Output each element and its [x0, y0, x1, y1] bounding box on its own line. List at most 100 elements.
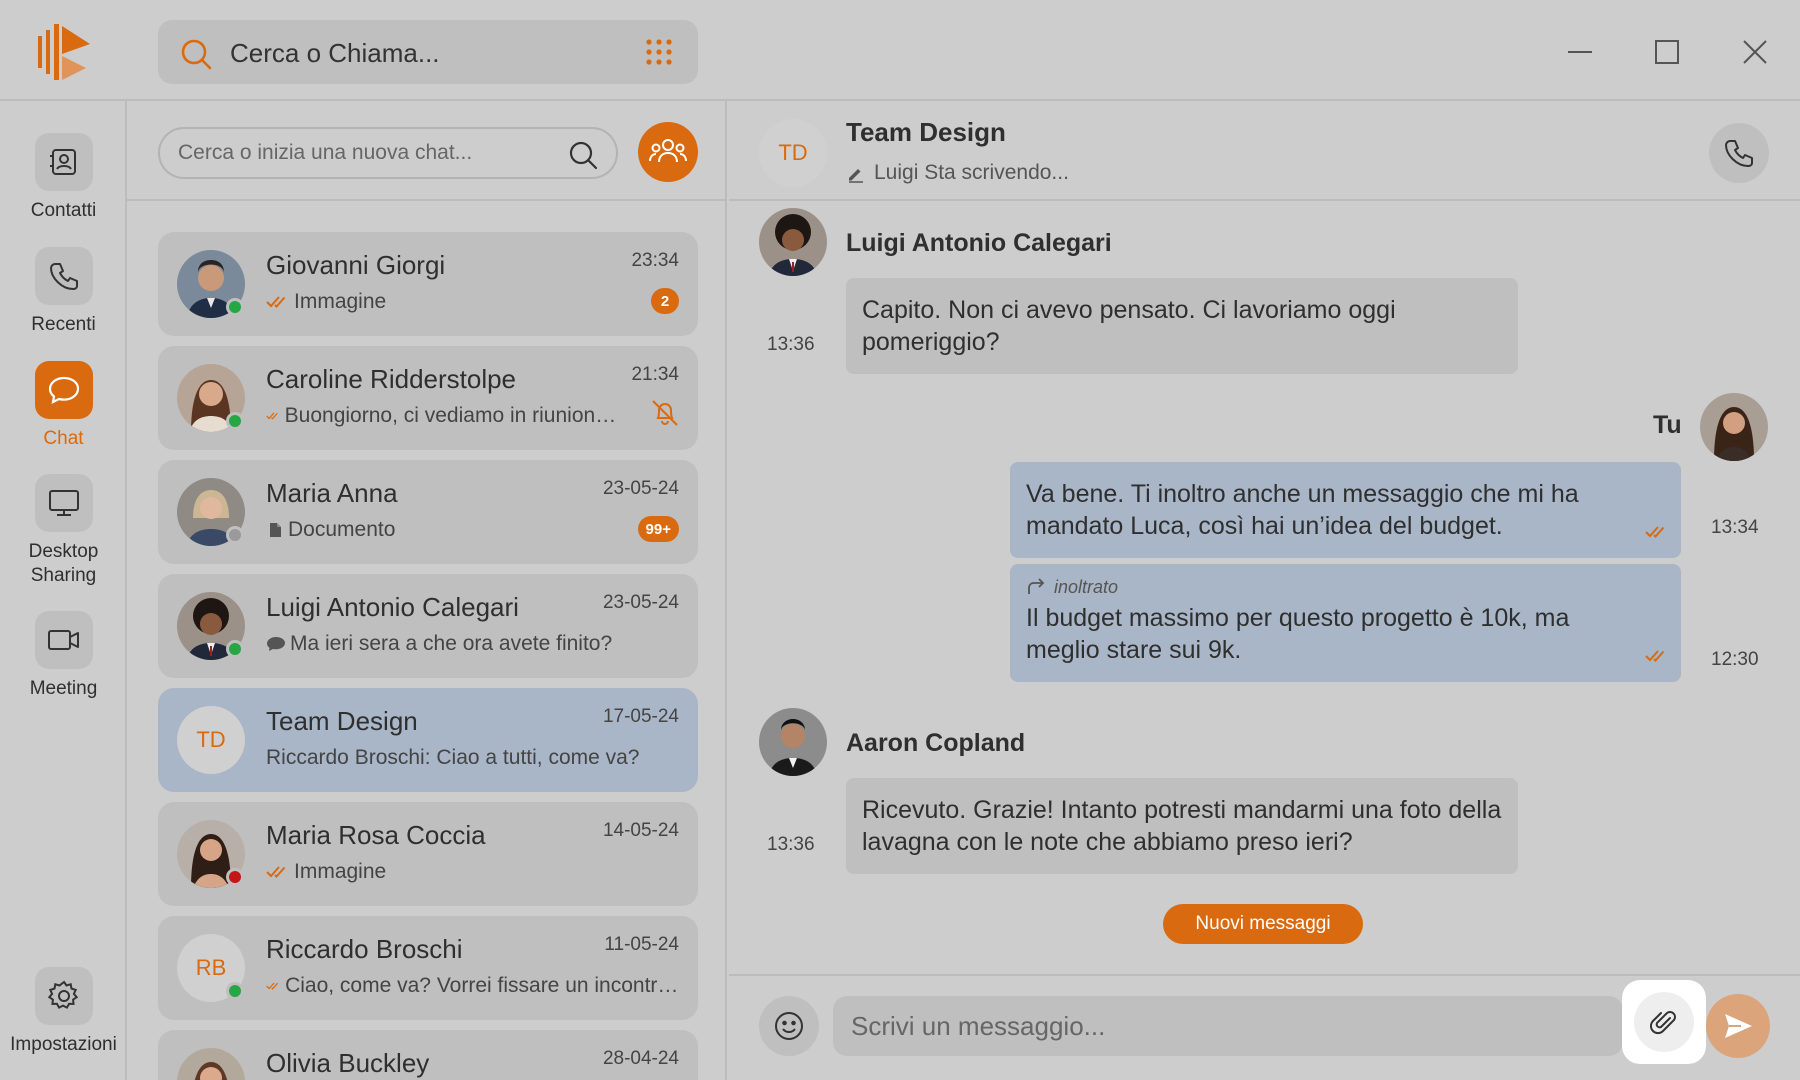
- double-check-icon: [266, 866, 286, 878]
- chat-time: 23-05-24: [602, 592, 679, 613]
- chat-time: 17-05-24: [602, 706, 679, 727]
- chat-search-input[interactable]: [178, 139, 548, 167]
- message-composer: [729, 974, 1800, 1080]
- rail-label: Impostazioni: [10, 1034, 117, 1055]
- chat-time: 11-05-24: [604, 934, 679, 955]
- message-time: 13:34: [1711, 517, 1759, 538]
- message-text: Il budget massimo per questo progetto è …: [1026, 604, 1570, 664]
- message-text: Va bene. Ti inoltro anche un messaggio c…: [1026, 480, 1579, 540]
- chat-name: Riccardo Broschi: [266, 934, 463, 964]
- chat-card-caroline-ridderstolpe[interactable]: Caroline Ridderstolpe 21:34 Buongiorno, …: [158, 346, 698, 450]
- rail-item-desktop-sharing[interactable]: Desktop Sharing: [0, 474, 127, 588]
- phone-icon: [1725, 140, 1753, 167]
- forward-arrow-icon: [1028, 578, 1045, 594]
- unread-badge: 2: [651, 288, 679, 314]
- conversation-header: TD Team Design Luigi Sta scrivendo...: [729, 101, 1800, 201]
- contacts-icon: [49, 149, 76, 175]
- new-group-button[interactable]: [638, 122, 698, 182]
- title-bar: Cerca o Chiama...: [0, 0, 1800, 101]
- presence-online-indicator: [226, 412, 244, 430]
- chat-preview: Ma ieri sera a che ora avete finito?: [266, 632, 676, 656]
- message-sender: Luigi Antonio Calegari: [846, 229, 1112, 257]
- global-search-bar[interactable]: Cerca o Chiama...: [158, 20, 698, 84]
- chat-preview: Immagine: [266, 860, 646, 884]
- chat-name: Caroline Ridderstolpe: [266, 364, 517, 394]
- navigation-rail: Contatti Recenti Chat Desktop Sharing Me…: [0, 101, 127, 1080]
- chat-card-team-design[interactable]: TD Team Design 17-05-24 Riccardo Broschi…: [158, 688, 698, 792]
- search-icon: [181, 39, 212, 70]
- message-bubble-outgoing[interactable]: Va bene. Ti inoltro anche un messaggio c…: [1010, 462, 1681, 558]
- paperclip-icon: [1650, 1011, 1676, 1035]
- presence-online-indicator: [226, 640, 244, 658]
- chat-card-riccardo-broschi[interactable]: RB Riccardo Broschi 11-05-24 Ciao, come …: [158, 916, 698, 1020]
- attach-highlight: [1622, 980, 1706, 1064]
- rail-icon-button[interactable]: [34, 361, 93, 419]
- rail-item-impostazioni[interactable]: Impostazioni: [0, 967, 127, 1057]
- conversation-avatar: TD: [759, 119, 827, 187]
- chat-card-maria-rosa-coccia[interactable]: Maria Rosa Coccia 14-05-24 Immagine: [158, 802, 698, 906]
- chat-card-luigi-antonio-calegari[interactable]: Luigi Antonio Calegari 23-05-24 Ma ieri …: [158, 574, 698, 678]
- rail-item-contatti[interactable]: Contatti: [0, 133, 127, 223]
- chat-search-field[interactable]: [158, 127, 618, 179]
- maximize-button[interactable]: [1645, 30, 1689, 74]
- double-check-icon: [266, 982, 279, 990]
- attach-button[interactable]: [1634, 992, 1694, 1052]
- global-search-label: Cerca o Chiama...: [230, 38, 440, 68]
- chat-name: Maria Anna: [266, 478, 398, 508]
- rail-item-meeting[interactable]: Meeting: [0, 611, 127, 701]
- message-bubble-forwarded[interactable]: inoltrato Il budget massimo per questo p…: [1010, 564, 1681, 682]
- rail-item-chat[interactable]: Chat: [0, 361, 127, 451]
- rail-icon-button[interactable]: [34, 611, 93, 669]
- video-camera-icon: [47, 630, 79, 650]
- rail-icon-button[interactable]: [34, 967, 93, 1025]
- chat-card-giovanni-giorgi[interactable]: Giovanni Giorgi 23:34 Immagine 2: [158, 232, 698, 336]
- message-bubble-incoming[interactable]: Capito. Non ci avevo pensato. Ci lavoria…: [846, 278, 1518, 374]
- search-icon[interactable]: [568, 140, 598, 170]
- minimize-icon: [1568, 51, 1592, 53]
- avatar: TD: [177, 706, 245, 774]
- chat-name: Luigi Antonio Calegari: [266, 592, 519, 622]
- presence-online-indicator: [226, 982, 244, 1000]
- conversation-title[interactable]: Team Design: [846, 117, 1006, 148]
- rail-item-recenti[interactable]: Recenti: [0, 247, 127, 337]
- muted-bell-icon: [652, 400, 678, 426]
- chat-preview: Ciao, come va? Vorrei fissare un incontr…: [266, 974, 681, 998]
- unread-badge: 99+: [637, 516, 679, 542]
- maximize-icon: [1655, 40, 1679, 64]
- message-field[interactable]: [833, 996, 1623, 1056]
- emoji-button[interactable]: [759, 996, 819, 1056]
- group-icon: [649, 139, 687, 163]
- close-icon: [1743, 40, 1767, 64]
- send-button[interactable]: [1706, 994, 1770, 1058]
- rail-icon-button[interactable]: [34, 474, 93, 532]
- chat-card-maria-anna[interactable]: Maria Anna 23-05-24 Documento 99+: [158, 460, 698, 564]
- chat-preview: Riccardo Broschi: Ciao a tutti, come va?: [266, 746, 640, 769]
- presence-online-indicator: [226, 298, 244, 316]
- rail-label: Meeting: [29, 678, 98, 699]
- rail-icon-button[interactable]: [34, 247, 93, 305]
- minimize-button[interactable]: [1558, 30, 1602, 74]
- chat-list-header: [127, 101, 725, 201]
- chat-preview: Immagine: [266, 290, 646, 314]
- chat-name: Team Design: [266, 706, 418, 736]
- close-button[interactable]: [1733, 30, 1777, 74]
- dialpad-icon[interactable]: [644, 37, 674, 67]
- avatar: [177, 1048, 245, 1080]
- chat-card-olivia-buckley[interactable]: Olivia Buckley 28-04-24: [158, 1030, 698, 1080]
- rail-label: Contatti: [30, 200, 97, 221]
- chat-time: 14-05-24: [602, 820, 679, 841]
- message-input[interactable]: [851, 1010, 1591, 1042]
- chat-time: 23-05-24: [602, 478, 679, 499]
- rail-icon-button[interactable]: [34, 133, 93, 191]
- message-time: 13:36: [767, 334, 815, 355]
- gear-icon: [47, 980, 78, 1009]
- chat-name: Giovanni Giorgi: [266, 250, 446, 280]
- call-button[interactable]: [1709, 123, 1769, 183]
- new-messages-button[interactable]: Nuovi messaggi: [1163, 904, 1363, 944]
- rail-label: Desktop Sharing: [28, 541, 99, 586]
- message-avatar: [759, 208, 827, 276]
- double-check-icon: [1645, 526, 1665, 538]
- message-sender: Tu: [1653, 411, 1682, 439]
- presence-busy-indicator: [226, 868, 244, 886]
- message-bubble-incoming[interactable]: Ricevuto. Grazie! Intanto potresti manda…: [846, 778, 1518, 874]
